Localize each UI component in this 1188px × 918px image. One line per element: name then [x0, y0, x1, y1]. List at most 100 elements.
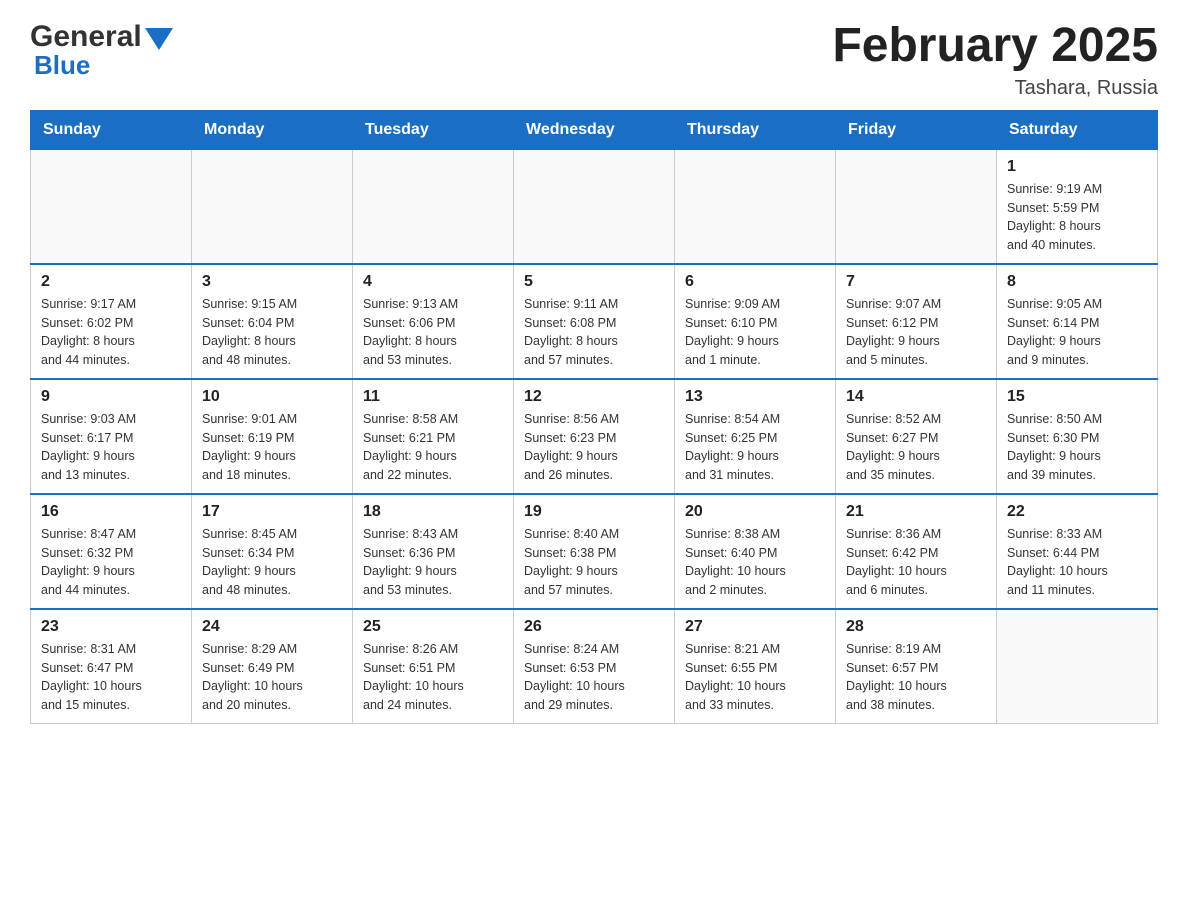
calendar-cell: 18 Sunrise: 8:43 AMSunset: 6:36 PMDayligh…	[353, 494, 514, 609]
day-number: 15	[1007, 388, 1147, 406]
day-number: 6	[685, 273, 825, 291]
day-number: 7	[846, 273, 986, 291]
weekday-header-thursday: Thursday	[675, 110, 836, 149]
day-info: Sunrise: 9:03 AMSunset: 6:17 PMDaylight:…	[41, 410, 181, 485]
day-info: Sunrise: 8:50 AMSunset: 6:30 PMDaylight:…	[1007, 410, 1147, 485]
day-info: Sunrise: 8:31 AMSunset: 6:47 PMDaylight:…	[41, 640, 181, 715]
day-info: Sunrise: 8:24 AMSunset: 6:53 PMDaylight:…	[524, 640, 664, 715]
calendar-cell: 8 Sunrise: 9:05 AMSunset: 6:14 PMDaylight…	[997, 264, 1158, 379]
day-info: Sunrise: 8:38 AMSunset: 6:40 PMDaylight:…	[685, 525, 825, 600]
calendar-cell: 16 Sunrise: 8:47 AMSunset: 6:32 PMDayligh…	[31, 494, 192, 609]
calendar-cell: 1 Sunrise: 9:19 AMSunset: 5:59 PMDaylight…	[997, 149, 1158, 264]
day-info: Sunrise: 8:19 AMSunset: 6:57 PMDaylight:…	[846, 640, 986, 715]
calendar-cell: 9Sunrise: 9:03 AMSunset: 6:17 PMDaylight…	[31, 379, 192, 494]
calendar-cell: 20 Sunrise: 8:38 AMSunset: 6:40 PMDayligh…	[675, 494, 836, 609]
day-number: 22	[1007, 503, 1147, 521]
calendar-cell	[353, 149, 514, 264]
logo-general-text: General	[30, 20, 142, 54]
day-info: Sunrise: 9:19 AMSunset: 5:59 PMDaylight:…	[1007, 180, 1147, 255]
calendar-cell: 6Sunrise: 9:09 AMSunset: 6:10 PMDaylight…	[675, 264, 836, 379]
day-number: 2	[41, 273, 181, 291]
calendar-week-5: 23 Sunrise: 8:31 AMSunset: 6:47 PMDayligh…	[31, 609, 1158, 724]
calendar-cell: 4 Sunrise: 9:13 AMSunset: 6:06 PMDaylight…	[353, 264, 514, 379]
month-title: February 2025	[832, 20, 1158, 73]
day-number: 17	[202, 503, 342, 521]
calendar-week-4: 16 Sunrise: 8:47 AMSunset: 6:32 PMDayligh…	[31, 494, 1158, 609]
day-number: 23	[41, 618, 181, 636]
weekday-header-wednesday: Wednesday	[514, 110, 675, 149]
day-info: Sunrise: 9:07 AMSunset: 6:12 PMDaylight:…	[846, 295, 986, 370]
day-info: Sunrise: 8:56 AMSunset: 6:23 PMDaylight:…	[524, 410, 664, 485]
calendar-cell: 28 Sunrise: 8:19 AMSunset: 6:57 PMDayligh…	[836, 609, 997, 724]
day-number: 28	[846, 618, 986, 636]
calendar-cell	[514, 149, 675, 264]
calendar-cell: 14 Sunrise: 8:52 AMSunset: 6:27 PMDayligh…	[836, 379, 997, 494]
location-text: Tashara, Russia	[832, 77, 1158, 100]
calendar-cell: 27 Sunrise: 8:21 AMSunset: 6:55 PMDayligh…	[675, 609, 836, 724]
calendar-cell	[836, 149, 997, 264]
day-number: 14	[846, 388, 986, 406]
day-number: 1	[1007, 158, 1147, 176]
calendar-cell	[997, 609, 1158, 724]
day-number: 20	[685, 503, 825, 521]
calendar-cell: 26 Sunrise: 8:24 AMSunset: 6:53 PMDayligh…	[514, 609, 675, 724]
day-info: Sunrise: 8:43 AMSunset: 6:36 PMDaylight:…	[363, 525, 503, 600]
calendar-cell: 21 Sunrise: 8:36 AMSunset: 6:42 PMDayligh…	[836, 494, 997, 609]
day-info: Sunrise: 8:36 AMSunset: 6:42 PMDaylight:…	[846, 525, 986, 600]
day-number: 13	[685, 388, 825, 406]
calendar-cell	[31, 149, 192, 264]
calendar-week-1: 1 Sunrise: 9:19 AMSunset: 5:59 PMDaylight…	[31, 149, 1158, 264]
day-info: Sunrise: 8:47 AMSunset: 6:32 PMDaylight:…	[41, 525, 181, 600]
day-info: Sunrise: 8:29 AMSunset: 6:49 PMDaylight:…	[202, 640, 342, 715]
title-section: February 2025 Tashara, Russia	[832, 20, 1158, 100]
day-info: Sunrise: 9:15 AMSunset: 6:04 PMDaylight:…	[202, 295, 342, 370]
calendar-week-3: 9Sunrise: 9:03 AMSunset: 6:17 PMDaylight…	[31, 379, 1158, 494]
day-info: Sunrise: 8:21 AMSunset: 6:55 PMDaylight:…	[685, 640, 825, 715]
calendar-cell: 24Sunrise: 8:29 AMSunset: 6:49 PMDayligh…	[192, 609, 353, 724]
day-info: Sunrise: 9:05 AMSunset: 6:14 PMDaylight:…	[1007, 295, 1147, 370]
calendar-cell	[192, 149, 353, 264]
day-number: 8	[1007, 273, 1147, 291]
day-number: 26	[524, 618, 664, 636]
calendar-cell: 10 Sunrise: 9:01 AMSunset: 6:19 PMDayligh…	[192, 379, 353, 494]
weekday-header-friday: Friday	[836, 110, 997, 149]
logo-blue-text: Blue	[30, 50, 90, 81]
day-info: Sunrise: 9:11 AMSunset: 6:08 PMDaylight:…	[524, 295, 664, 370]
calendar-cell	[675, 149, 836, 264]
weekday-header-monday: Monday	[192, 110, 353, 149]
day-info: Sunrise: 9:01 AMSunset: 6:19 PMDaylight:…	[202, 410, 342, 485]
calendar-cell: 23 Sunrise: 8:31 AMSunset: 6:47 PMDayligh…	[31, 609, 192, 724]
calendar-cell: 22 Sunrise: 8:33 AMSunset: 6:44 PMDayligh…	[997, 494, 1158, 609]
calendar-week-2: 2 Sunrise: 9:17 AMSunset: 6:02 PMDaylight…	[31, 264, 1158, 379]
calendar-cell: 25 Sunrise: 8:26 AMSunset: 6:51 PMDayligh…	[353, 609, 514, 724]
calendar-header-row: SundayMondayTuesdayWednesdayThursdayFrid…	[31, 110, 1158, 149]
day-number: 18	[363, 503, 503, 521]
day-number: 21	[846, 503, 986, 521]
calendar-cell: 12 Sunrise: 8:56 AMSunset: 6:23 PMDayligh…	[514, 379, 675, 494]
day-info: Sunrise: 8:54 AMSunset: 6:25 PMDaylight:…	[685, 410, 825, 485]
day-number: 12	[524, 388, 664, 406]
day-number: 11	[363, 388, 503, 406]
day-number: 5	[524, 273, 664, 291]
calendar-cell: 19Sunrise: 8:40 AMSunset: 6:38 PMDayligh…	[514, 494, 675, 609]
calendar-cell: 7 Sunrise: 9:07 AMSunset: 6:12 PMDaylight…	[836, 264, 997, 379]
day-number: 25	[363, 618, 503, 636]
day-info: Sunrise: 8:33 AMSunset: 6:44 PMDaylight:…	[1007, 525, 1147, 600]
day-info: Sunrise: 9:13 AMSunset: 6:06 PMDaylight:…	[363, 295, 503, 370]
day-info: Sunrise: 9:17 AMSunset: 6:02 PMDaylight:…	[41, 295, 181, 370]
day-number: 3	[202, 273, 342, 291]
day-number: 19	[524, 503, 664, 521]
logo-triangle-icon	[145, 28, 173, 50]
calendar-cell: 15 Sunrise: 8:50 AMSunset: 6:30 PMDayligh…	[997, 379, 1158, 494]
weekday-header-saturday: Saturday	[997, 110, 1158, 149]
day-info: Sunrise: 8:58 AMSunset: 6:21 PMDaylight:…	[363, 410, 503, 485]
day-info: Sunrise: 8:52 AMSunset: 6:27 PMDaylight:…	[846, 410, 986, 485]
day-info: Sunrise: 8:26 AMSunset: 6:51 PMDaylight:…	[363, 640, 503, 715]
page-header: General Blue February 2025 Tashara, Russ…	[30, 20, 1158, 100]
day-number: 4	[363, 273, 503, 291]
calendar-cell: 2 Sunrise: 9:17 AMSunset: 6:02 PMDaylight…	[31, 264, 192, 379]
day-number: 27	[685, 618, 825, 636]
calendar-cell: 13 Sunrise: 8:54 AMSunset: 6:25 PMDayligh…	[675, 379, 836, 494]
day-number: 10	[202, 388, 342, 406]
day-number: 16	[41, 503, 181, 521]
